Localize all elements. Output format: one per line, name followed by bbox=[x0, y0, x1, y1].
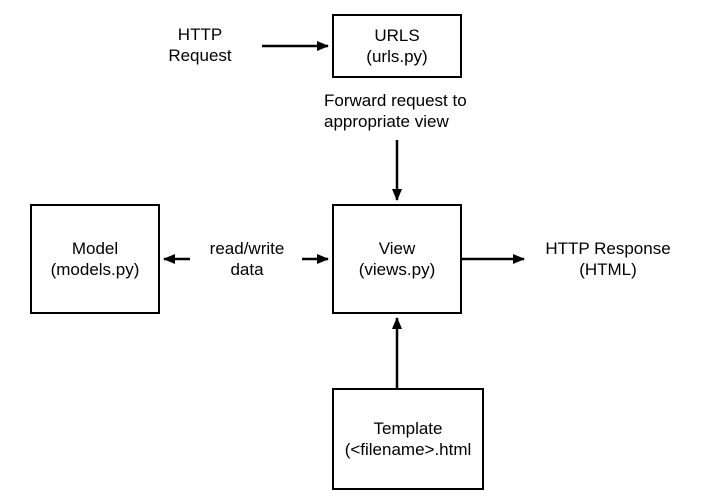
node-urls: URLS (urls.py) bbox=[332, 14, 462, 78]
label-forward-l1: Forward request to bbox=[324, 90, 514, 111]
node-view-sub: (views.py) bbox=[359, 259, 436, 280]
label-http_response-l2: (HTML) bbox=[528, 259, 688, 280]
node-template-sub: (<filename>.html bbox=[345, 439, 472, 460]
label-http-response-l1: HTTP Response bbox=[528, 238, 688, 259]
label-forward: Forward request to appropriate view bbox=[324, 90, 514, 133]
label-forward-l2: appropriate view bbox=[324, 111, 514, 132]
label-http-request-l2: Request bbox=[155, 45, 245, 66]
node-model: Model (models.py) bbox=[30, 204, 160, 314]
label-http-response: HTTP Response (HTML) bbox=[528, 238, 688, 281]
label-http-request-l1: HTTP bbox=[155, 24, 245, 45]
label-readwrite-l2: data bbox=[192, 259, 302, 280]
node-model-title: Model bbox=[72, 238, 118, 259]
node-template-title: Template bbox=[374, 418, 443, 439]
label-readwrite-l1: read/write bbox=[192, 238, 302, 259]
label-readwrite: read/write data bbox=[192, 238, 302, 281]
node-view-title: View bbox=[379, 238, 416, 259]
node-view: View (views.py) bbox=[332, 204, 462, 314]
node-model-sub: (models.py) bbox=[51, 259, 140, 280]
diagram-canvas: URLS (urls.py) Model (models.py) View (v… bbox=[0, 0, 713, 503]
node-template: Template (<filename>.html bbox=[332, 388, 484, 490]
label-http-request: HTTP Request bbox=[155, 24, 245, 67]
node-urls-sub: (urls.py) bbox=[366, 46, 427, 67]
node-urls-title: URLS bbox=[374, 25, 419, 46]
